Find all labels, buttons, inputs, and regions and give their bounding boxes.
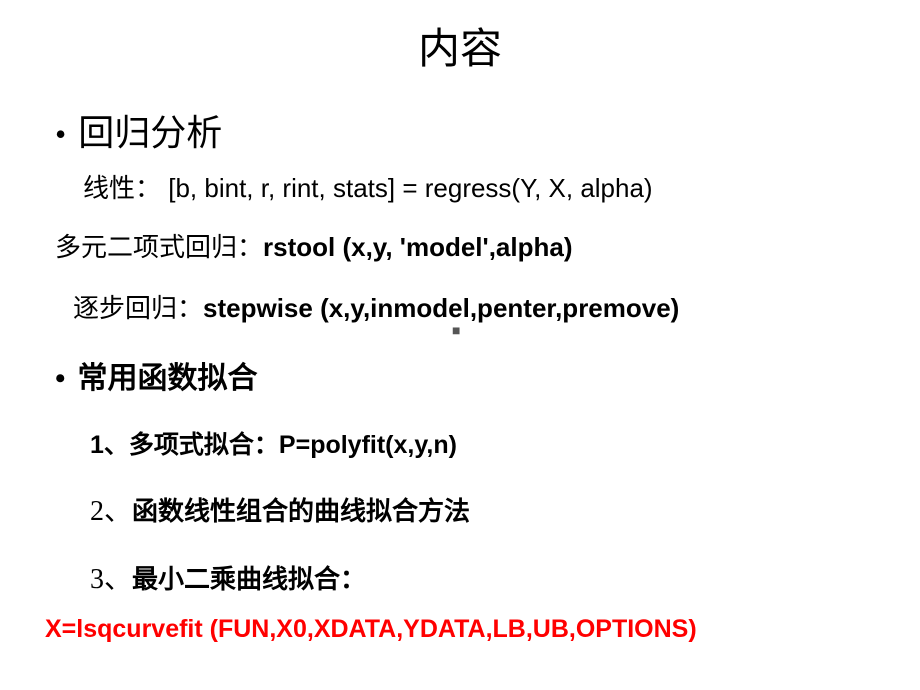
heading-fitting: 常用函数拟合 <box>78 353 258 397</box>
line-poly: 多元二项式回归：rstool (x,y, 'model',alpha) <box>55 227 865 264</box>
linear-label: 线性： <box>83 174 161 203</box>
slide-title: 内容 <box>55 15 865 76</box>
item3-label: 最小二乘曲线拟合 <box>132 564 340 594</box>
item3-suffix: ： <box>340 564 366 594</box>
step-formula: stepwise (x,y,inmodel,penter,premove) <box>203 293 679 323</box>
line-step: 逐步回归：stepwise (x,y,inmodel,penter,premov… <box>73 288 865 325</box>
item-linear-combo: 2、函数线性组合的曲线拟合方法 <box>90 489 865 529</box>
bullet-dot-icon: • <box>55 118 66 150</box>
bullet-regression: • 回归分析 <box>55 104 865 156</box>
center-marker-icon: ■ <box>452 322 460 338</box>
bullet-fitting: • 常用函数拟合 <box>55 353 865 397</box>
item1-label: 多项式拟合： <box>129 431 279 459</box>
heading-regression: 回归分析 <box>78 104 222 156</box>
item1-num: 1、 <box>90 431 129 459</box>
line-linear: 线性： [b, bint, r, rint, stats] = regress(… <box>83 168 865 205</box>
item2-label: 函数线性组合的曲线拟合方法 <box>132 496 470 526</box>
item1-formula: P=polyfit(x,y,n) <box>279 431 457 459</box>
item2-num: 2、 <box>90 496 132 527</box>
item-polyfit: 1、多项式拟合：P=polyfit(x,y,n) <box>90 425 865 461</box>
bullet-dot-icon: • <box>55 364 66 394</box>
poly-label: 多元二项式回归： <box>55 233 263 262</box>
footer-formula: X=lsqcurvefit (FUN,X0,XDATA,YDATA,LB,UB,… <box>45 615 865 644</box>
step-label: 逐步回归： <box>73 294 203 323</box>
item-lsq: 3、最小二乘曲线拟合： <box>90 557 865 597</box>
item3-num: 3、 <box>90 564 132 595</box>
poly-formula: rstool (x,y, 'model',alpha) <box>263 232 573 262</box>
linear-formula: [b, bint, r, rint, stats] = regress(Y, X… <box>161 173 653 203</box>
